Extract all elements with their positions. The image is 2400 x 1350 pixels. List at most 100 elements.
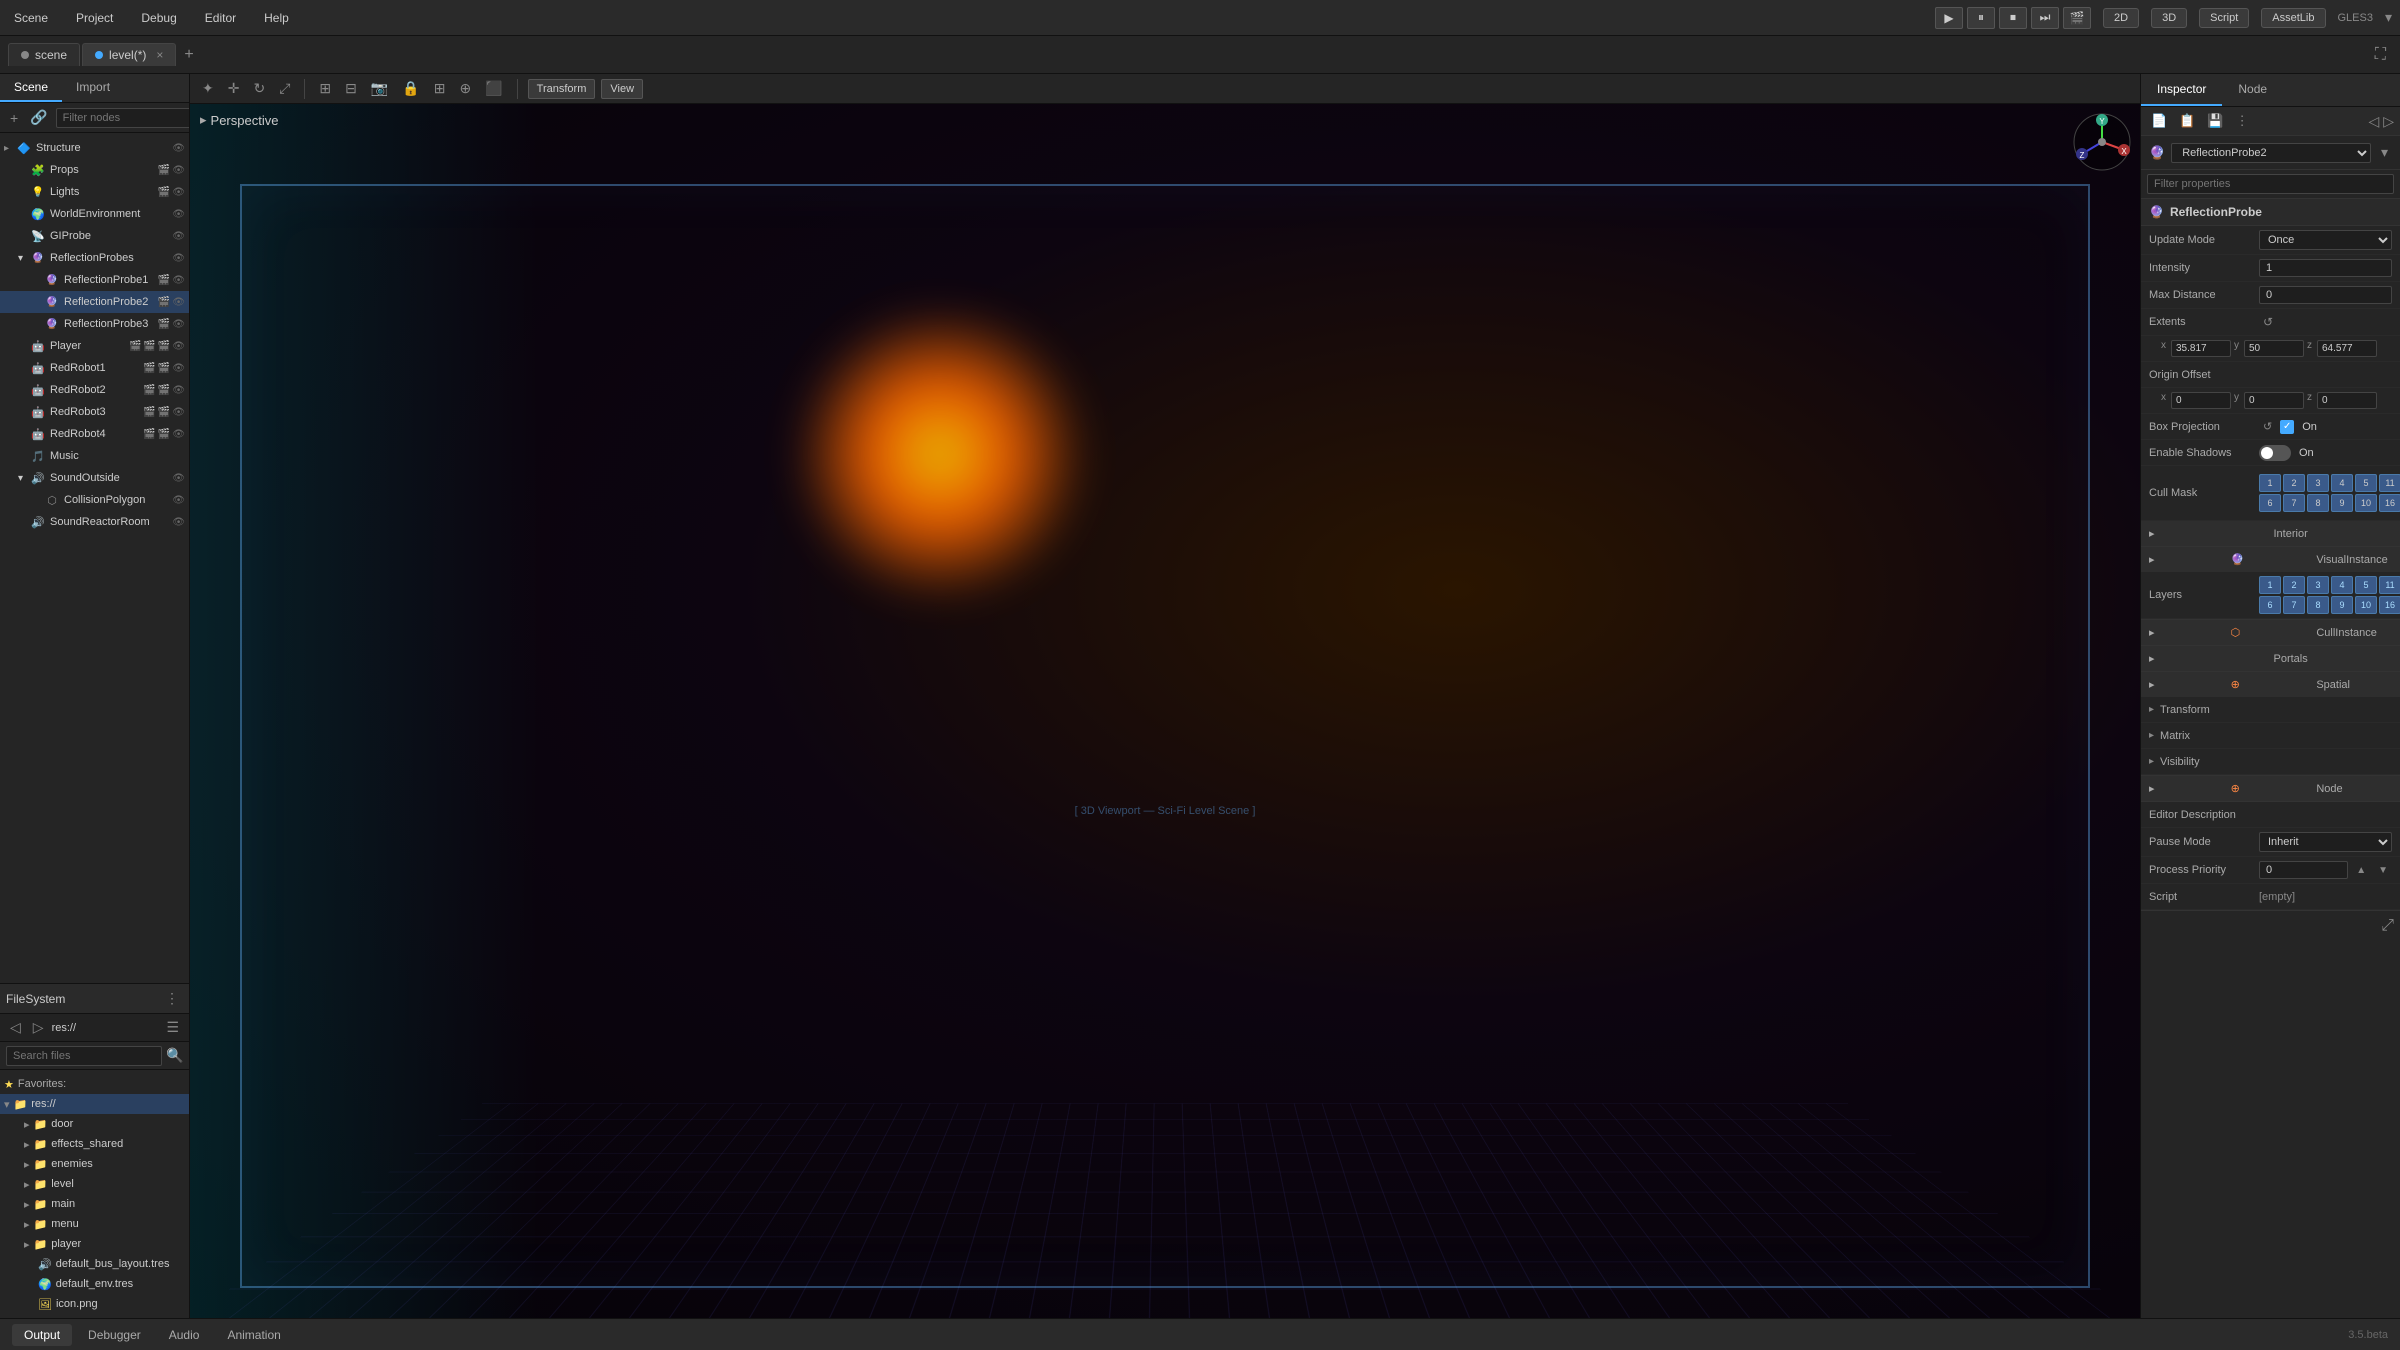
menu-scene[interactable]: Scene xyxy=(8,7,54,29)
box-projection-checkbox[interactable] xyxy=(2280,420,2294,434)
inspector-prev[interactable]: ◁ xyxy=(2368,113,2379,130)
film-rp2[interactable]: 🎬 xyxy=(158,297,170,308)
status-tab-audio[interactable]: Audio xyxy=(157,1324,212,1346)
3d-button[interactable]: 3D xyxy=(2151,8,2187,28)
menu-help[interactable]: Help xyxy=(258,7,295,29)
vis-props[interactable]: 👁 xyxy=(172,165,185,176)
layer-1[interactable]: 1 xyxy=(2259,576,2281,594)
view-button[interactable]: View xyxy=(601,79,643,99)
tab-level[interactable]: level(*) × xyxy=(82,43,176,66)
layer-4[interactable]: 4 xyxy=(2331,576,2353,594)
inspector-next[interactable]: ▷ xyxy=(2383,113,2394,130)
pause-button[interactable]: ⏸ xyxy=(1967,7,1995,29)
menu-debug[interactable]: Debug xyxy=(135,7,182,29)
expand-viewport-button[interactable]: ⛶ xyxy=(2369,44,2392,66)
script-button[interactable]: Script xyxy=(2199,8,2249,28)
tree-item-structure[interactable]: ▸ 🔷 Structure 👁 xyxy=(0,137,189,159)
fs-item-bus-layout[interactable]: 🔊 default_bus_layout.tres xyxy=(0,1254,189,1274)
fs-item-res[interactable]: ▾ 📁 res:// xyxy=(0,1094,189,1114)
tree-item-soundoutside[interactable]: ▾ 🔊 SoundOutside 👁 xyxy=(0,467,189,489)
tool-scale[interactable]: ⤢ xyxy=(275,78,294,99)
section-spatial-header[interactable]: ▸ ⊕ Spatial xyxy=(2141,672,2400,697)
tree-item-giprobe[interactable]: 📡 GIProbe 👁 xyxy=(0,225,189,247)
tool-align[interactable]: ⊞ xyxy=(430,78,450,99)
cull-1[interactable]: 1 xyxy=(2259,474,2281,492)
tab-add-button[interactable]: + xyxy=(184,46,193,64)
status-tab-output[interactable]: Output xyxy=(12,1324,72,1346)
eye-worldenv[interactable]: 👁 xyxy=(172,209,185,220)
tree-item-redrobot1[interactable]: 🤖 RedRobot1 🎬🎬👁 xyxy=(0,357,189,379)
tab-inspector[interactable]: Inspector xyxy=(2141,74,2222,106)
fs-item-door[interactable]: ▸ 📁 door xyxy=(0,1114,189,1134)
eye-reflprobes[interactable]: 👁 xyxy=(172,253,185,264)
process-priority-down[interactable]: ▼ xyxy=(2374,863,2392,878)
layer-10[interactable]: 10 xyxy=(2355,596,2377,614)
movie-button[interactable]: 🎬 xyxy=(2063,7,2091,29)
expand-all-button[interactable]: ⤢ xyxy=(2381,917,2394,935)
film-lights[interactable]: 🎬 xyxy=(158,187,170,198)
process-priority-input[interactable] xyxy=(2259,861,2348,879)
node-name-select[interactable]: ReflectionProbe2 xyxy=(2171,143,2371,163)
origin-z-input[interactable] xyxy=(2317,392,2377,409)
cull-2[interactable]: 2 xyxy=(2283,474,2305,492)
layer-9[interactable]: 9 xyxy=(2331,596,2353,614)
eye-structure[interactable]: 👁 xyxy=(172,143,185,154)
fs-item-icon[interactable]: 🖼 icon.png xyxy=(0,1294,189,1314)
tool-lock[interactable]: 🔒 xyxy=(398,78,423,99)
tree-item-lights[interactable]: 💡 Lights 🎬👁 xyxy=(0,181,189,203)
fs-forward-button[interactable]: ▷ xyxy=(29,1017,48,1038)
tool-snap[interactable]: ⊟ xyxy=(341,78,361,99)
origin-x-input[interactable] xyxy=(2171,392,2231,409)
filter-nodes-input[interactable] xyxy=(56,108,190,128)
layer-11[interactable]: 11 xyxy=(2379,576,2400,594)
stop-button[interactable]: ⏹ xyxy=(1999,7,2027,29)
tab-level-close[interactable]: × xyxy=(156,48,163,62)
tool-bake[interactable]: ⬛ xyxy=(481,78,506,99)
play-button[interactable]: ▶ xyxy=(1935,7,1963,29)
cull-16[interactable]: 16 xyxy=(2379,494,2400,512)
eye-giprobe[interactable]: 👁 xyxy=(172,231,185,242)
section-interior-header[interactable]: ▸ Interior xyxy=(2141,521,2400,546)
add-node-button[interactable]: + xyxy=(6,108,22,128)
tree-item-redrobot4[interactable]: 🤖 RedRobot4 🎬🎬👁 xyxy=(0,423,189,445)
cull-3[interactable]: 3 xyxy=(2307,474,2329,492)
fs-item-menu[interactable]: ▸ 📁 menu xyxy=(0,1214,189,1234)
origin-y-input[interactable] xyxy=(2244,392,2304,409)
section-vi-header[interactable]: ▸ 🔮 VisualInstance xyxy=(2141,547,2400,572)
pause-mode-select[interactable]: Inherit xyxy=(2259,832,2392,852)
node-select-dropdown[interactable]: ▾ xyxy=(2377,142,2392,163)
tree-item-reflprobe2[interactable]: 🔮 ReflectionProbe2 🎬👁 xyxy=(0,291,189,313)
eye-rp3[interactable]: 👁 xyxy=(172,319,185,330)
instance-node-button[interactable]: 🔗 xyxy=(26,107,51,128)
fs-item-env[interactable]: 🌍 default_env.tres xyxy=(0,1274,189,1294)
fs-item-effects[interactable]: ▸ 📁 effects_shared xyxy=(0,1134,189,1154)
cull-9[interactable]: 9 xyxy=(2331,494,2353,512)
extents-y-input[interactable] xyxy=(2244,340,2304,357)
enable-shadows-toggle[interactable] xyxy=(2259,445,2291,461)
renderer-dropdown-icon[interactable]: ▾ xyxy=(2385,9,2392,26)
cull-6[interactable]: 6 xyxy=(2259,494,2281,512)
section-node-header[interactable]: ▸ ⊕ Node xyxy=(2141,776,2400,801)
eye-props[interactable]: 🎬 xyxy=(158,165,170,176)
search-files-input[interactable] xyxy=(6,1046,162,1066)
fs-back-button[interactable]: ◁ xyxy=(6,1017,25,1038)
fs-item-player[interactable]: ▸ 📁 player xyxy=(0,1234,189,1254)
extents-x-input[interactable] xyxy=(2171,340,2231,357)
inspector-history-fwd[interactable]: 📋 xyxy=(2175,111,2199,131)
extents-reset[interactable]: ↺ xyxy=(2259,313,2277,331)
inspector-search-input[interactable] xyxy=(2147,174,2394,194)
tab-scene-tree[interactable]: Scene xyxy=(0,74,62,102)
viewport[interactable]: ▸ Perspective Y X Z xyxy=(190,104,2140,1318)
tree-item-music[interactable]: 🎵 Music xyxy=(0,445,189,467)
box-projection-reset[interactable]: ↺ xyxy=(2259,418,2276,435)
status-tab-animation[interactable]: Animation xyxy=(215,1324,292,1346)
cull-4[interactable]: 4 xyxy=(2331,474,2353,492)
layer-7[interactable]: 7 xyxy=(2283,596,2305,614)
step-button[interactable]: ⏭ xyxy=(2031,7,2059,29)
fs-item-level[interactable]: ▸ 📁 level xyxy=(0,1174,189,1194)
update-mode-select[interactable]: Once xyxy=(2259,230,2392,250)
cull-8[interactable]: 8 xyxy=(2307,494,2329,512)
cull-11[interactable]: 11 xyxy=(2379,474,2400,492)
tool-move[interactable]: ✛ xyxy=(224,78,244,99)
layer-16[interactable]: 16 xyxy=(2379,596,2400,614)
